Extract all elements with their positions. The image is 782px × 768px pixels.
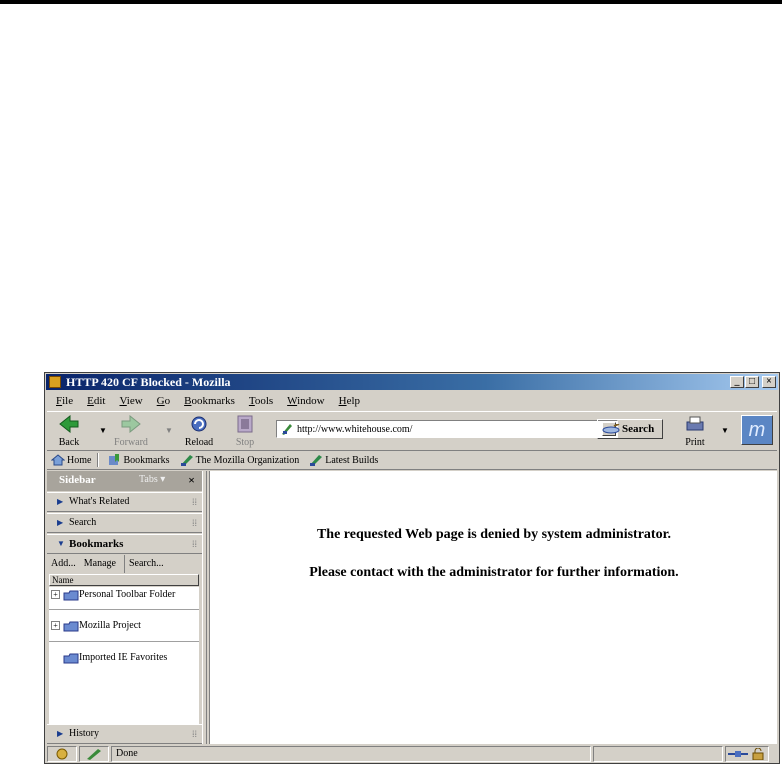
- close-window-button[interactable]: ×: [762, 376, 776, 388]
- toolbar-separator: [97, 453, 100, 467]
- search-button[interactable]: Search: [597, 419, 663, 439]
- title-bar[interactable]: HTTP 420 CF Blocked - Mozilla _ □ ×: [46, 374, 778, 390]
- expand-arrow-icon: ▶: [57, 497, 64, 506]
- composer-pen-icon: [87, 749, 101, 760]
- menu-window[interactable]: Window: [280, 392, 331, 410]
- expand-plus-icon[interactable]: +: [51, 590, 60, 599]
- contact-message: Please contact with the administrator fo…: [309, 565, 679, 580]
- bookmarks-panel-toolbar: Add... Manage Search...: [47, 555, 203, 573]
- sidebar-panel-search[interactable]: ▶ Search ⁞⁞: [47, 513, 203, 533]
- grip-icon: ⁞⁞: [191, 539, 197, 549]
- menu-help[interactable]: Help: [332, 392, 367, 410]
- bookmarks-name-column-header[interactable]: Name: [49, 574, 199, 586]
- component-bar-composer[interactable]: [79, 746, 109, 762]
- url-input[interactable]: [297, 422, 597, 436]
- status-text: Done: [111, 746, 591, 762]
- grip-icon: ⁞⁞: [191, 729, 197, 739]
- forward-button[interactable]: Forward: [113, 414, 149, 448]
- bookmark-search-button[interactable]: Search...: [123, 555, 168, 573]
- bookmark-manage-button[interactable]: Manage: [80, 555, 120, 573]
- stop-button[interactable]: Stop: [227, 414, 263, 448]
- forward-dropdown-icon[interactable]: ▼: [165, 426, 173, 435]
- link-mozilla-organization[interactable]: The Mozilla Organization: [176, 454, 299, 466]
- tree-row-personal-toolbar-folder[interactable]: + Personal Toolbar Folder: [49, 587, 199, 603]
- printer-icon: [686, 416, 704, 431]
- menu-tools[interactable]: Tools: [242, 392, 280, 410]
- navigation-toolbar: Back ▼ Forward ▼ Reload Stop ▼ Search Pr…: [47, 411, 777, 451]
- tree-divider: [49, 609, 199, 610]
- grip-icon: ⁞⁞: [191, 518, 197, 528]
- page-proxy-icon: [282, 424, 292, 435]
- menu-bar: File Edit View Go Bookmarks Tools Window…: [49, 392, 367, 410]
- tree-row-imported-ie-favorites[interactable]: Imported IE Favorites: [49, 650, 199, 666]
- maximize-button[interactable]: □: [745, 376, 759, 388]
- menu-view[interactable]: View: [112, 392, 149, 410]
- sidebar-splitter[interactable]: [202, 471, 207, 744]
- security-lock-icon: [752, 748, 764, 760]
- sidebar-tabs-menu[interactable]: Tabs ▾: [139, 474, 165, 485]
- sidebar-panel-history[interactable]: ▶ History ⁞⁞: [47, 724, 203, 744]
- bookmarks-icon: [109, 454, 120, 465]
- tree-divider: [49, 641, 199, 642]
- forward-arrow-icon: [121, 414, 141, 434]
- menu-go[interactable]: Go: [150, 392, 177, 410]
- home-icon: [51, 454, 65, 466]
- sidebar-panel-whats-related[interactable]: ▶ What's Related ⁞⁞: [47, 492, 203, 512]
- sidebar-panel-bookmarks[interactable]: ▼ Bookmarks ⁞⁞: [47, 534, 203, 554]
- online-plug-icon: [728, 751, 748, 757]
- reload-button[interactable]: Reload: [181, 414, 217, 448]
- navigator-icon: [56, 748, 68, 760]
- url-bar[interactable]: ▼: [276, 420, 618, 438]
- page-top-rule: [0, 0, 782, 4]
- home-button[interactable]: Home: [47, 454, 91, 466]
- mozilla-app-icon: [49, 376, 61, 388]
- status-progress: [593, 746, 723, 762]
- print-dropdown-icon[interactable]: ▼: [721, 426, 729, 435]
- grip-icon: ⁞⁞: [191, 497, 197, 507]
- folder-icon: [63, 590, 79, 601]
- status-online-security[interactable]: [725, 746, 769, 762]
- bookmark-link-icon: [180, 455, 193, 466]
- window-controls: _ □ ×: [729, 376, 776, 388]
- link-latest-builds[interactable]: Latest Builds: [305, 454, 378, 466]
- mozilla-throbber-icon[interactable]: m: [741, 415, 773, 445]
- bookmark-link-icon: [310, 455, 323, 466]
- sidebar-title: Sidebar: [59, 474, 96, 486]
- personal-toolbar: Home Bookmarks The Mozilla Organization …: [47, 451, 777, 470]
- sidebar-close-icon[interactable]: ×: [188, 473, 195, 488]
- menu-edit[interactable]: Edit: [80, 392, 112, 410]
- browser-window: HTTP 420 CF Blocked - Mozilla _ □ × File…: [44, 372, 780, 764]
- page-content: The requested Web page is denied by syst…: [209, 471, 777, 744]
- denied-message: The requested Web page is denied by syst…: [316, 527, 672, 542]
- expand-plus-icon[interactable]: +: [51, 621, 60, 630]
- minimize-button[interactable]: _: [730, 376, 744, 388]
- bookmarks-menu-button[interactable]: Bookmarks: [103, 454, 170, 466]
- search-icon: [602, 424, 620, 434]
- bookmark-add-button[interactable]: Add...: [47, 555, 80, 573]
- expand-arrow-icon: ▶: [57, 518, 64, 527]
- stop-icon: [237, 415, 253, 433]
- expand-arrow-icon: ▶: [57, 729, 64, 738]
- folder-icon: [63, 653, 79, 664]
- reload-icon: [191, 416, 207, 432]
- back-arrow-icon: [59, 414, 79, 434]
- collapse-arrow-icon: ▼: [57, 539, 65, 548]
- back-button[interactable]: Back: [51, 414, 87, 448]
- menu-bookmarks[interactable]: Bookmarks: [177, 392, 242, 410]
- sidebar-header: Sidebar Tabs ▾ ×: [47, 471, 203, 491]
- print-button[interactable]: Print: [677, 414, 713, 448]
- sidebar: Sidebar Tabs ▾ × ▶ What's Related ⁞⁞ ▶ S…: [47, 471, 204, 744]
- folder-icon: [63, 621, 79, 632]
- bookmarks-tree: + Personal Toolbar Folder + Mozilla Proj…: [49, 587, 199, 724]
- menu-file[interactable]: File: [49, 392, 80, 410]
- back-dropdown-icon[interactable]: ▼: [99, 426, 107, 435]
- window-title: HTTP 420 CF Blocked - Mozilla: [66, 375, 231, 389]
- tree-row-mozilla-project[interactable]: + Mozilla Project: [49, 618, 199, 634]
- component-bar-navigator[interactable]: [47, 746, 77, 762]
- status-bar: Done: [47, 746, 777, 762]
